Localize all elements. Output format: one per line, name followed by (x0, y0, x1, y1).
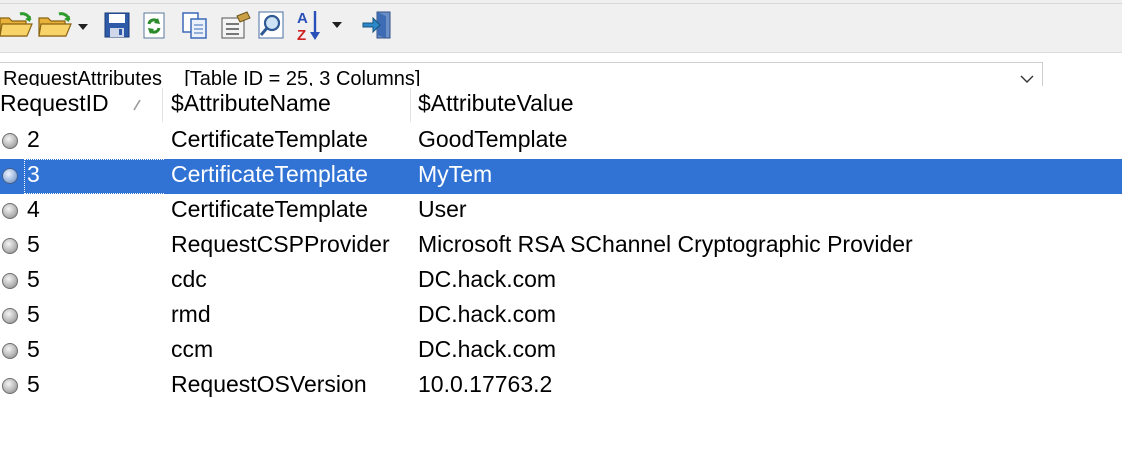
row-status-icon (2, 133, 18, 149)
cell-requestid[interactable]: 5 (27, 301, 40, 328)
column-divider[interactable] (162, 88, 163, 122)
table-row[interactable]: 5 RequestCSPProvider Microsoft RSA SChanne… (0, 229, 1122, 264)
find-icon[interactable] (257, 8, 289, 42)
cell-attributevalue[interactable]: GoodTemplate (418, 126, 568, 153)
column-header-requestid[interactable]: RequestID (0, 90, 109, 117)
row-focus-box (24, 264, 162, 299)
table-row[interactable]: 2 CertificateTemplate GoodTemplate (0, 124, 1122, 159)
cell-attributevalue[interactable]: Microsoft RSA SChannel Cryptographic Pro… (418, 231, 913, 258)
column-header-attributevalue[interactable]: $AttributeValue (418, 90, 574, 117)
cell-requestid[interactable]: 2 (27, 126, 40, 153)
svg-text:Z: Z (297, 27, 306, 42)
table-row[interactable]: 5 RequestOSVersion 10.0.17763.2 (0, 369, 1122, 404)
sort-indicator-icon (132, 98, 142, 116)
table-row[interactable]: 4 CertificateTemplate User (0, 194, 1122, 229)
cell-attributevalue[interactable]: MyTem (418, 161, 492, 188)
refresh-icon[interactable] (139, 8, 169, 42)
cell-attributevalue[interactable]: DC.hack.com (418, 301, 556, 328)
row-status-icon (2, 238, 18, 254)
properties-icon[interactable] (219, 8, 253, 42)
row-focus-box (24, 369, 162, 404)
row-focus-box (24, 159, 164, 194)
cell-requestid[interactable]: 5 (27, 336, 40, 363)
cell-requestid[interactable]: 5 (27, 371, 40, 398)
table-selector-value: RequestAttributes [Table ID = 25, 3 Colu… (3, 68, 421, 88)
row-focus-box (24, 194, 162, 229)
row-focus-box (24, 229, 162, 264)
table-row[interactable]: 3 CertificateTemplate MyTem (0, 159, 1122, 194)
row-status-icon (2, 273, 18, 289)
cell-requestid[interactable]: 4 (27, 196, 40, 223)
row-focus-box (24, 299, 162, 334)
cell-attributevalue[interactable]: DC.hack.com (418, 266, 556, 293)
cell-attributename[interactable]: rmd (171, 301, 211, 328)
open-folder-icon[interactable] (0, 8, 34, 42)
cell-attributevalue[interactable]: DC.hack.com (418, 336, 556, 363)
save-icon[interactable] (101, 8, 133, 42)
grid-header: RequestID $AttributeName $AttributeValue (0, 86, 1122, 124)
cell-attributevalue[interactable]: 10.0.17763.2 (418, 371, 552, 398)
cell-requestid[interactable]: 5 (27, 266, 40, 293)
open-folder-dropdown-icon[interactable] (37, 8, 91, 42)
cell-attributename[interactable]: ccm (171, 336, 213, 363)
grid-body: 2 CertificateTemplate GoodTemplate 3 Certifi… (0, 124, 1122, 404)
row-focus-box (24, 124, 162, 159)
row-status-icon (2, 203, 18, 219)
svg-text:A: A (297, 10, 308, 27)
copy-icon[interactable] (179, 8, 211, 42)
row-status-icon (2, 378, 18, 394)
table-row[interactable]: 5 rmd DC.hack.com (0, 299, 1122, 334)
table-row[interactable]: 5 cdc DC.hack.com (0, 264, 1122, 299)
cell-requestid[interactable]: 3 (27, 161, 40, 188)
toolbar: A Z (0, 0, 1122, 53)
column-divider[interactable] (410, 88, 411, 122)
cell-attributename[interactable]: RequestOSVersion (171, 371, 367, 398)
row-status-icon (2, 343, 18, 359)
toolbar-top-border (0, 3, 1122, 4)
row-status-icon (2, 168, 18, 184)
cell-attributename[interactable]: RequestCSPProvider (171, 231, 390, 258)
table-selector[interactable]: RequestAttributes [Table ID = 25, 3 Colu… (0, 62, 1043, 88)
sort-az-icon[interactable]: A Z (295, 8, 351, 42)
cell-attributename[interactable]: CertificateTemplate (171, 126, 368, 153)
exit-icon[interactable] (361, 8, 395, 42)
cell-attributename[interactable]: CertificateTemplate (171, 161, 368, 188)
row-status-icon (2, 308, 18, 324)
cell-requestid[interactable]: 5 (27, 231, 40, 258)
cell-attributevalue[interactable]: User (418, 196, 467, 223)
row-focus-box (24, 334, 162, 369)
data-grid: RequestID $AttributeName $AttributeValue… (0, 86, 1122, 404)
table-row[interactable]: 5 ccm DC.hack.com (0, 334, 1122, 369)
cell-attributename[interactable]: cdc (171, 266, 207, 293)
column-header-attributename[interactable]: $AttributeName (171, 90, 331, 117)
cell-attributename[interactable]: CertificateTemplate (171, 196, 368, 223)
